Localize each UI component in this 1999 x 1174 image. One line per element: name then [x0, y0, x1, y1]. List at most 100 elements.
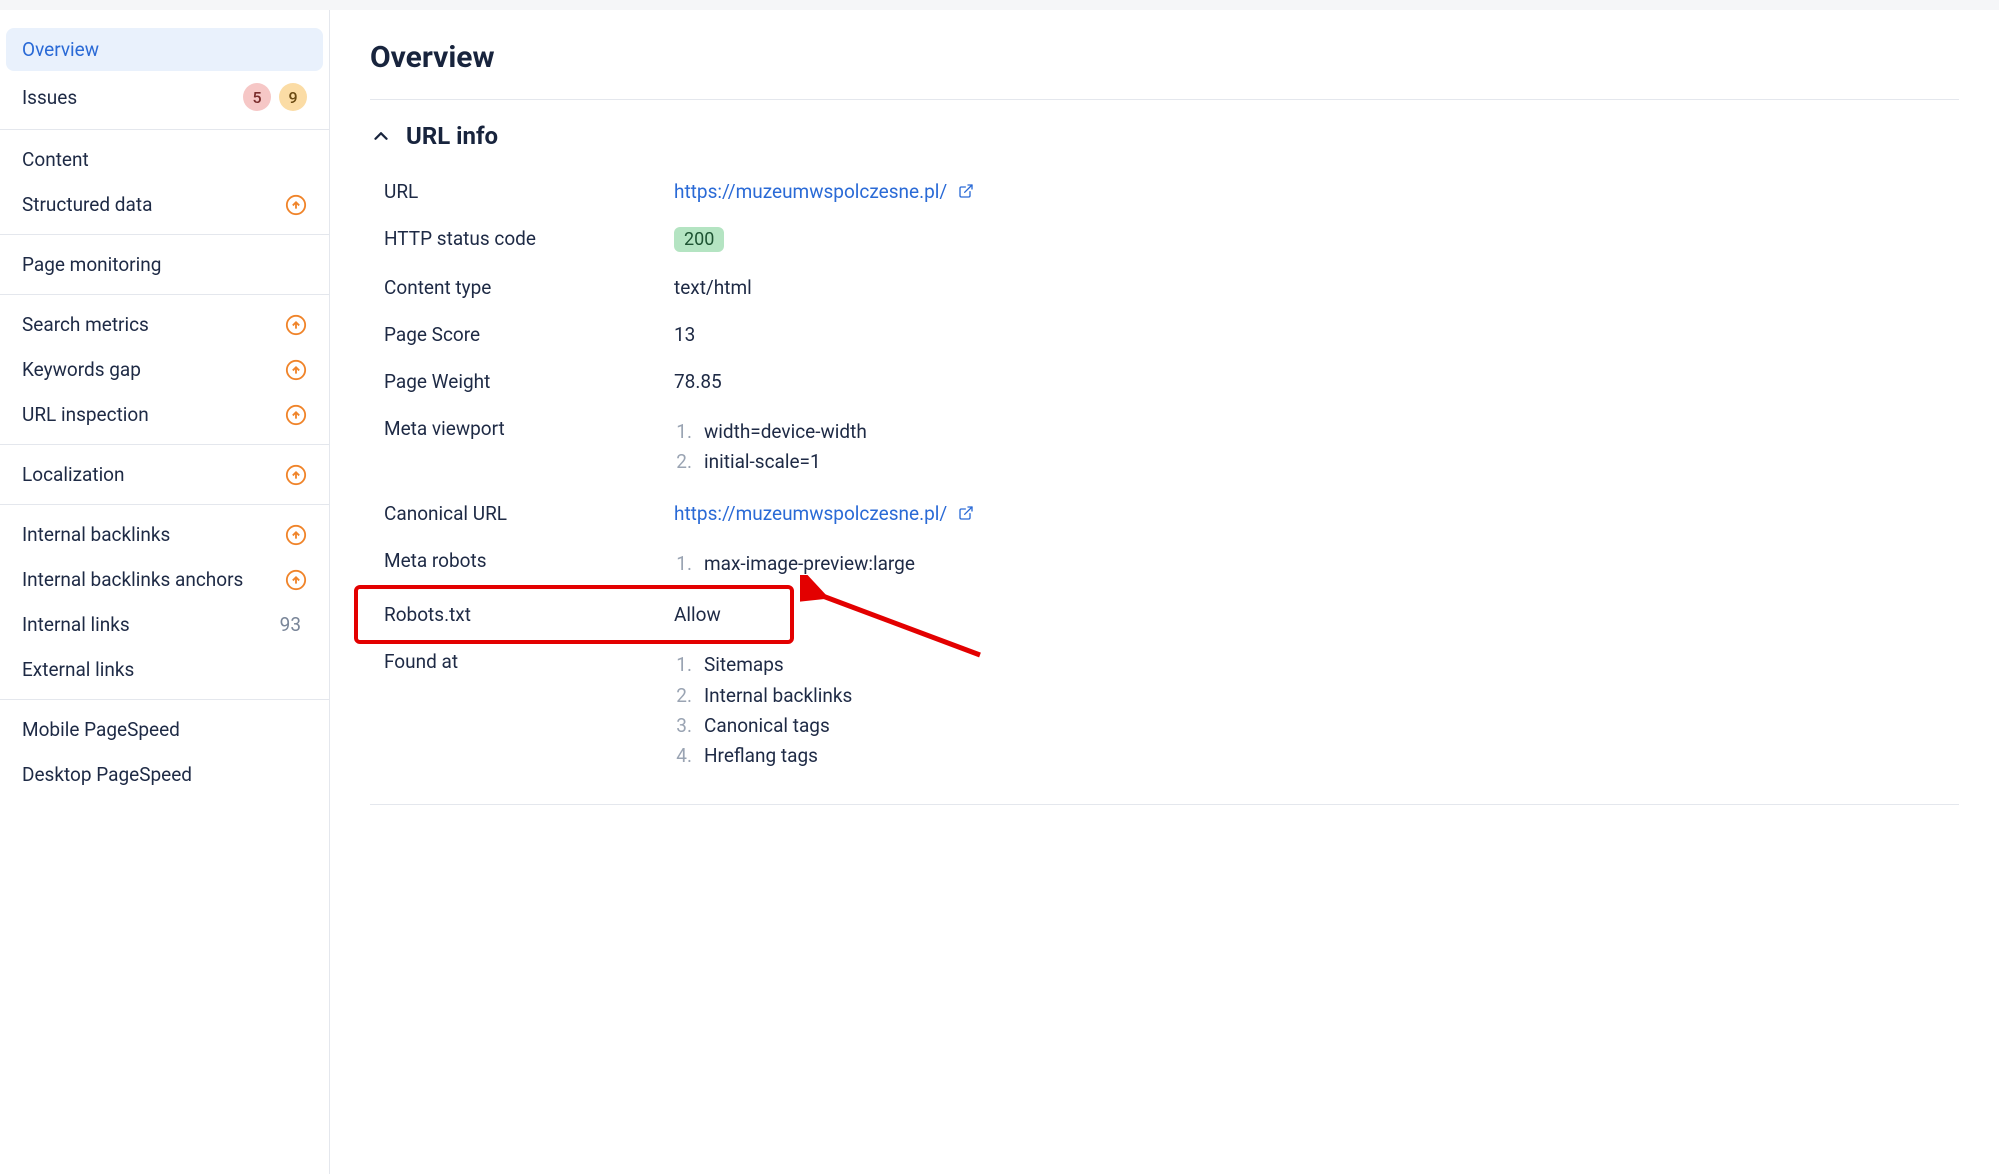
row-page-score: Page Score 13 — [384, 311, 1959, 358]
row-label: Meta viewport — [384, 417, 674, 478]
sidebar-item-label: Localization — [22, 463, 125, 486]
row-content-type: Content type text/html — [384, 264, 1959, 311]
sidebar-item-external-links[interactable]: External links — [6, 648, 323, 691]
row-label: Robots.txt — [384, 603, 674, 626]
sidebar-item-issues[interactable]: Issues 5 9 — [6, 73, 323, 121]
list-value: max-image-preview:large — [704, 549, 915, 579]
section-title: URL info — [406, 122, 498, 150]
list-value: width=device-width — [704, 417, 867, 447]
sidebar-item-label: Keywords gap — [22, 358, 141, 381]
list-item: 2.Internal backlinks — [674, 681, 1959, 711]
sidebar-item-page-monitoring[interactable]: Page monitoring — [6, 243, 323, 286]
chevron-up-icon — [370, 125, 392, 147]
issues-badges: 5 9 — [243, 83, 307, 111]
sidebar-item-search-metrics[interactable]: Search metrics — [6, 303, 323, 346]
sidebar-item-overview[interactable]: Overview — [6, 28, 323, 71]
sidebar-item-structured-data[interactable]: Structured data — [6, 183, 323, 226]
sidebar-item-keywords-gap[interactable]: Keywords gap — [6, 348, 323, 391]
row-value: https://muzeumwspolczesne.pl/ — [674, 180, 1959, 203]
external-link-icon — [958, 181, 974, 197]
upgrade-icon — [285, 194, 307, 216]
row-value: text/html — [674, 276, 1959, 299]
upgrade-icon — [285, 404, 307, 426]
list-value: initial-scale=1 — [704, 447, 821, 477]
sidebar-item-localization[interactable]: Localization — [6, 453, 323, 496]
row-label: HTTP status code — [384, 227, 674, 252]
sidebar-item-label: External links — [22, 658, 134, 681]
sidebar-group: Localization — [0, 445, 329, 505]
row-value: 78.85 — [674, 370, 1959, 393]
sidebar-item-label: Desktop PageSpeed — [22, 763, 192, 786]
list-item: 1.max-image-preview:large — [674, 549, 1959, 579]
row-value: https://muzeumwspolczesne.pl/ — [674, 502, 1959, 525]
sidebar-item-label: Internal backlinks — [22, 523, 170, 546]
upgrade-icon — [285, 314, 307, 336]
sidebar-item-label: Mobile PageSpeed — [22, 718, 180, 741]
canonical-link[interactable]: https://muzeumwspolczesne.pl/ — [674, 502, 974, 525]
upgrade-icon — [285, 359, 307, 381]
row-label: Canonical URL — [384, 502, 674, 525]
url-link[interactable]: https://muzeumwspolczesne.pl/ — [674, 180, 974, 203]
list-item: 2.initial-scale=1 — [674, 447, 1959, 477]
sidebar-item-label: Overview — [22, 38, 99, 61]
row-label: Page Score — [384, 323, 674, 346]
row-meta-robots: Meta robots 1.max-image-preview:large — [384, 537, 1959, 591]
row-robots-txt: Robots.txt Allow — [384, 591, 1959, 638]
internal-links-count: 93 — [280, 613, 307, 636]
sidebar-item-internal-links[interactable]: Internal links 93 — [6, 603, 323, 646]
list-item: 4.Hreflang tags — [674, 741, 1959, 771]
row-value: 13 — [674, 323, 1959, 346]
list-item: 1.width=device-width — [674, 417, 1959, 447]
main-content: Overview URL info URL https://muzeumwspo… — [330, 10, 1999, 1174]
list-value: Canonical tags — [704, 711, 830, 741]
sidebar-item-mobile-pagespeed[interactable]: Mobile PageSpeed — [6, 708, 323, 751]
row-value: 1.max-image-preview:large — [674, 549, 1959, 579]
row-found-at: Found at 1.Sitemaps 2.Internal backlinks… — [384, 638, 1959, 784]
sidebar: Overview Issues 5 9 Content Structured d… — [0, 10, 330, 1174]
row-value: Allow — [674, 603, 1959, 626]
sidebar-item-label: Page monitoring — [22, 253, 161, 276]
sidebar-item-label: Issues — [22, 86, 77, 109]
row-label: Content type — [384, 276, 674, 299]
row-value: 1.Sitemaps 2.Internal backlinks 3.Canoni… — [674, 650, 1959, 772]
row-page-weight: Page Weight 78.85 — [384, 358, 1959, 405]
upgrade-icon — [285, 464, 307, 486]
issues-badge-warning: 9 — [279, 83, 307, 111]
sidebar-group: Page monitoring — [0, 235, 329, 295]
row-label: URL — [384, 180, 674, 203]
sidebar-item-internal-backlinks[interactable]: Internal backlinks — [6, 513, 323, 556]
sidebar-group: Mobile PageSpeed Desktop PageSpeed — [0, 700, 329, 804]
sidebar-item-label: Search metrics — [22, 313, 149, 336]
row-value: 1.width=device-width 2.initial-scale=1 — [674, 417, 1959, 478]
list-value: Internal backlinks — [704, 681, 852, 711]
sidebar-group: Overview Issues 5 9 — [0, 20, 329, 130]
list-value: Hreflang tags — [704, 741, 818, 771]
sidebar-item-label: Content — [22, 148, 89, 171]
url-info-table: URL https://muzeumwspolczesne.pl/ HTTP s… — [370, 168, 1959, 784]
page-title: Overview — [370, 40, 1959, 75]
sidebar-group: Content Structured data — [0, 130, 329, 235]
row-label: Meta robots — [384, 549, 674, 579]
row-label: Page Weight — [384, 370, 674, 393]
row-label: Found at — [384, 650, 674, 772]
upgrade-icon — [285, 524, 307, 546]
divider — [370, 99, 1959, 100]
list-item: 1.Sitemaps — [674, 650, 1959, 680]
row-value: 200 — [674, 227, 1959, 252]
sidebar-item-label: URL inspection — [22, 403, 149, 426]
issues-badge-critical: 5 — [243, 83, 271, 111]
url-text: https://muzeumwspolczesne.pl/ — [674, 180, 947, 203]
list-item: 3.Canonical tags — [674, 711, 1959, 741]
list-value: Sitemaps — [704, 650, 784, 680]
sidebar-item-internal-backlinks-anchors[interactable]: Internal backlinks anchors — [6, 558, 323, 601]
sidebar-item-content[interactable]: Content — [6, 138, 323, 181]
sidebar-item-label: Internal links — [22, 613, 130, 636]
sidebar-item-label: Structured data — [22, 193, 152, 216]
sidebar-item-desktop-pagespeed[interactable]: Desktop PageSpeed — [6, 753, 323, 796]
status-badge: 200 — [674, 227, 724, 252]
row-canonical-url: Canonical URL https://muzeumwspolczesne.… — [384, 490, 1959, 537]
sidebar-item-url-inspection[interactable]: URL inspection — [6, 393, 323, 436]
section-toggle-url-info[interactable]: URL info — [370, 122, 1959, 150]
row-meta-viewport: Meta viewport 1.width=device-width 2.ini… — [384, 405, 1959, 490]
upgrade-icon — [285, 569, 307, 591]
